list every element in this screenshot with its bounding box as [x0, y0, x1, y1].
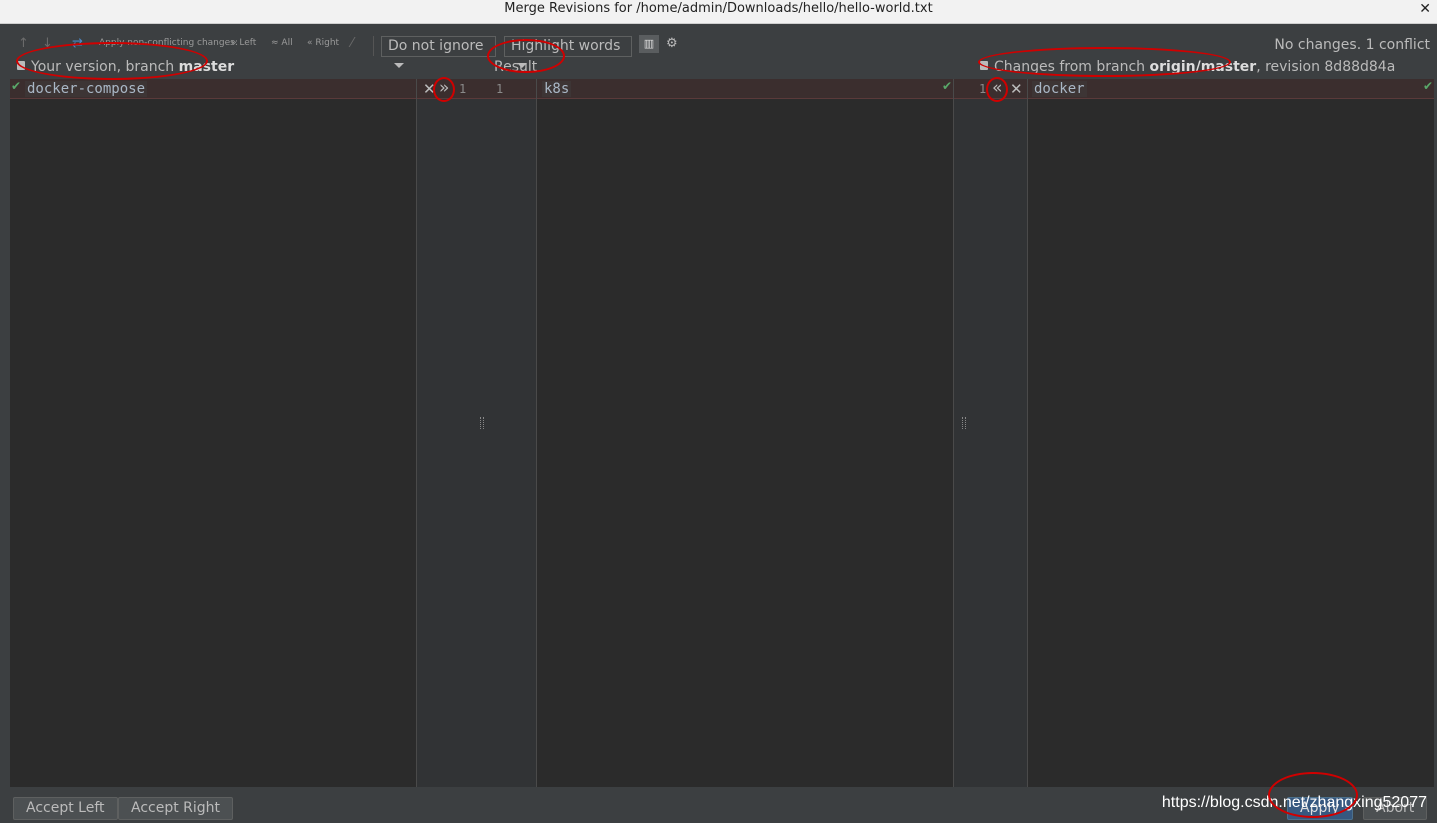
previous-change-icon[interactable]: ↑ — [18, 36, 29, 51]
accept-right-change-icon[interactable]: « — [992, 78, 1002, 98]
conflict-status: No changes. 1 conflict — [1274, 37, 1430, 53]
footer-bar: Accept Left Accept Right Apply Abort htt… — [0, 791, 1437, 823]
apply-non-conflicting-label: Apply non-conflicting changes: — [99, 38, 238, 48]
magic-resolve-icon[interactable]: ⇄ — [72, 36, 83, 51]
discard-left-icon[interactable]: ✕ — [423, 80, 436, 98]
left-line-number: 1 — [459, 82, 467, 96]
sync-scroll-icon[interactable]: ▥ — [639, 35, 659, 53]
apply-left-label: Left — [239, 38, 257, 48]
result-editor[interactable]: k8s ✔ — [537, 79, 953, 787]
toolbar-separator — [373, 36, 374, 56]
right-header-prefix: Changes from branch — [994, 59, 1150, 75]
left-editor[interactable]: ✔ docker-compose — [10, 79, 416, 787]
apply-all-label: All — [281, 38, 293, 48]
conflict-line: ✔ docker-compose — [10, 79, 416, 99]
right-branch-name: origin/master — [1149, 59, 1257, 75]
conflict-line: ✕ » 1 1 — [417, 78, 536, 99]
result-panel-header: Result — [494, 59, 538, 75]
conflict-line: docker ✔ — [1028, 79, 1434, 99]
next-change-icon[interactable]: ↓ — [42, 36, 53, 51]
accept-right-button[interactable]: Accept Right — [118, 797, 234, 820]
right-editor[interactable]: docker ✔ — [1028, 79, 1434, 787]
merge-toolbar: ↑ ↓ ⇄ Apply non-conflicting changes: » L… — [10, 30, 1432, 68]
apply-all-button[interactable]: ≈ All — [271, 38, 293, 48]
check-icon: ✔ — [11, 79, 22, 93]
right-header-suffix: , revision 8d88d84a — [1256, 59, 1396, 75]
lock-icon — [17, 60, 25, 70]
conflict-line: k8s ✔ — [537, 79, 953, 99]
accept-left-change-icon[interactable]: » — [439, 78, 449, 98]
lock-icon — [980, 60, 988, 70]
left-header-prefix: Your version, branch — [31, 59, 179, 75]
apply-left-button[interactable]: » Left — [231, 38, 256, 48]
right-panel-header: Changes from branch origin/master, revis… — [980, 59, 1395, 75]
magic-wand-icon[interactable]: ⁄ — [351, 36, 353, 51]
check-icon: ✔ — [941, 79, 952, 93]
right-line-number: 1 — [979, 82, 987, 96]
accept-left-button[interactable]: Accept Left — [13, 797, 118, 820]
close-icon[interactable]: ✕ — [1419, 0, 1431, 18]
whitespace-dropdown[interactable]: Do not ignore — [381, 36, 496, 68]
whitespace-dropdown-value: Do not ignore — [388, 38, 484, 54]
apply-right-label: Right — [315, 38, 340, 48]
check-icon: ✔ — [1422, 79, 1433, 93]
left-panel-header: Your version, branch master — [17, 59, 234, 75]
chevron-down-icon — [394, 62, 404, 68]
watermark-text: https://blog.csdn.net/zhangxing52077 — [1161, 794, 1427, 811]
left-code-line: docker-compose — [25, 81, 148, 97]
right-code-line: docker — [1032, 81, 1087, 97]
discard-right-icon[interactable]: ✕ — [1010, 80, 1023, 98]
left-branch-name: master — [178, 59, 235, 75]
title-bar: Merge Revisions for /home/admin/Download… — [0, 0, 1437, 24]
highlight-dropdown[interactable]: Highlight words — [504, 36, 632, 68]
window-title: Merge Revisions for /home/admin/Download… — [504, 1, 933, 16]
result-code-line: k8s — [542, 81, 572, 97]
highlight-dropdown-value: Highlight words — [511, 38, 621, 54]
right-merge-gutter: 1 « ✕ — [953, 78, 1028, 787]
splitter-handle[interactable] — [962, 417, 966, 429]
conflict-line: 1 « ✕ — [954, 78, 1027, 99]
apply-right-button[interactable]: « Right — [307, 38, 339, 48]
result-line-number: 1 — [496, 82, 504, 96]
left-merge-gutter: ✕ » 1 1 — [416, 78, 537, 787]
splitter-handle[interactable] — [480, 417, 484, 429]
gear-icon[interactable]: ⚙ — [666, 36, 678, 51]
